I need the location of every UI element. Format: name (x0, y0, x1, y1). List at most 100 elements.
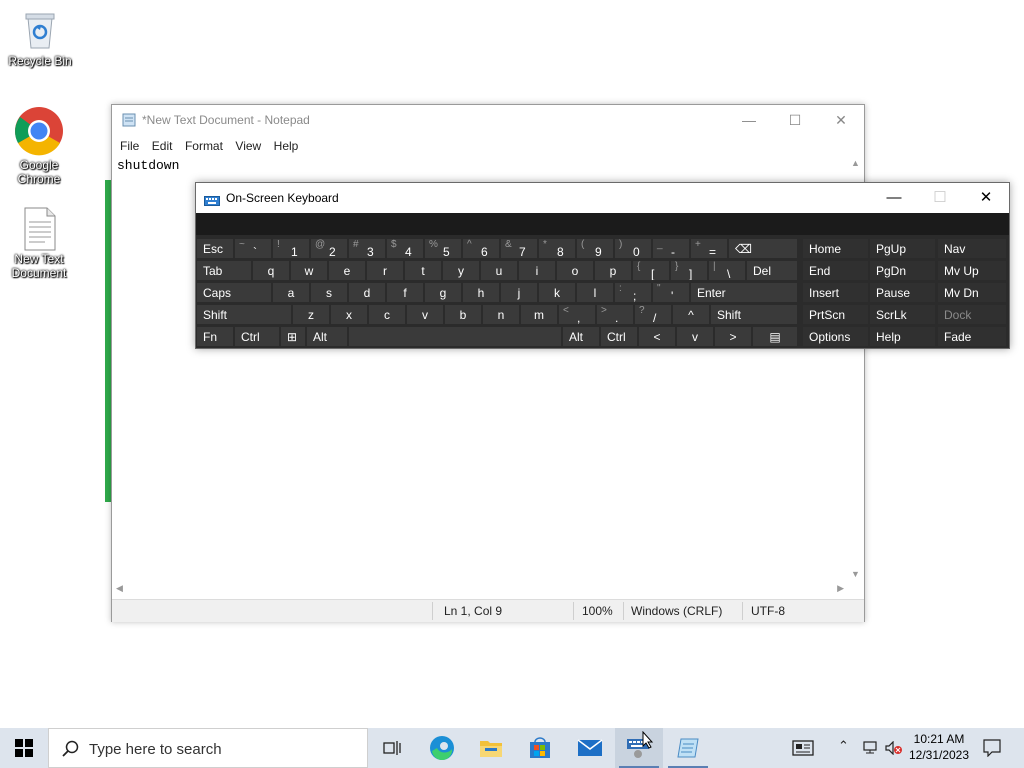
volume-muted-icon[interactable] (885, 741, 903, 755)
osk-nav-key-pgup[interactable]: PgUp (869, 238, 936, 259)
osk-titlebar[interactable]: On-Screen Keyboard — ☐ ✕ (196, 183, 1009, 213)
osk-nav-key-mv-dn[interactable]: Mv Dn (937, 282, 1007, 303)
osk-nav-key-scrlk[interactable]: ScrLk (869, 304, 936, 325)
osk-key-row3-6[interactable]: h (462, 282, 500, 303)
osk-key-row2-7[interactable]: u (480, 260, 518, 281)
osk-key-row2-5[interactable]: t (404, 260, 442, 281)
osk-key-row1-13[interactable]: + = (690, 238, 728, 259)
osk-nav-key-prtscn[interactable]: PrtScn (802, 304, 869, 325)
desktop-icon-new-text-document[interactable]: New Text Document (1, 206, 77, 280)
taskbar-search-box[interactable]: Type here to search (48, 728, 368, 768)
osk-key-row4-4[interactable]: v (406, 304, 444, 325)
osk-key-row3-8[interactable]: k (538, 282, 576, 303)
osk-key-row3-7[interactable]: j (500, 282, 538, 303)
osk-key-row1-3[interactable]: @2 (310, 238, 348, 259)
notepad-minimize-button[interactable]: — (726, 105, 772, 135)
task-view-button[interactable] (368, 728, 416, 768)
osk-key-row5-0[interactable]: Fn (196, 326, 234, 347)
osk-key-row1-12[interactable]: _ - (652, 238, 690, 259)
osk-nav-key-fade[interactable]: Fade (937, 326, 1007, 347)
osk-key-row4-2[interactable]: x (330, 304, 368, 325)
osk-key-row1-2[interactable]: ! 1 (272, 238, 310, 259)
osk-key-row4-5[interactable]: b (444, 304, 482, 325)
osk-nav-key-home[interactable]: Home (802, 238, 869, 259)
osk-key-row4-7[interactable]: m (520, 304, 558, 325)
osk-key-row1-7[interactable]: ^ 6 (462, 238, 500, 259)
osk-nav-key-help[interactable]: Help (869, 326, 936, 347)
osk-key-row2-13[interactable]: | \ (708, 260, 746, 281)
osk-minimize-button[interactable]: — (871, 183, 917, 213)
osk-nav-key-mv-up[interactable]: Mv Up (937, 260, 1007, 281)
osk-key-row4-10[interactable]: ? / (634, 304, 672, 325)
osk-close-button[interactable]: ✕ (963, 183, 1009, 213)
osk-key-row1-5[interactable]: $4 (386, 238, 424, 259)
desktop-icon-google-chrome[interactable]: Google Chrome (1, 106, 77, 186)
menu-edit[interactable]: Edit (152, 136, 173, 156)
menu-view[interactable]: View (235, 136, 261, 156)
osk-key-row3-5[interactable]: g (424, 282, 462, 303)
osk-key-row1-1[interactable]: ~ ` (234, 238, 272, 259)
notepad-close-button[interactable]: ✕ (818, 105, 864, 135)
start-button[interactable] (0, 728, 48, 768)
osk-key-row3-10[interactable]: :; (614, 282, 652, 303)
osk-key-row5-3[interactable]: Alt (306, 326, 348, 347)
osk-key-row4-0[interactable]: Shift (196, 304, 292, 325)
desktop-icon-recycle-bin[interactable]: Recycle Bin (2, 8, 78, 68)
osk-nav-key-insert[interactable]: Insert (802, 282, 869, 303)
osk-key-row1-14[interactable]: ⌫ (728, 238, 798, 259)
osk-key-row3-12[interactable]: Enter (690, 282, 798, 303)
osk-key-row5-8[interactable]: v (676, 326, 714, 347)
osk-key-row2-12[interactable]: }] (670, 260, 708, 281)
osk-key-row2-11[interactable]: {[ (632, 260, 670, 281)
osk-key-row2-10[interactable]: p (594, 260, 632, 281)
taskbar-mail[interactable] (566, 728, 614, 768)
notepad-maximize-button[interactable]: ☐ (772, 105, 818, 135)
osk-nav-key-nav[interactable]: Nav (937, 238, 1007, 259)
osk-key-row5-10[interactable]: ▤ (752, 326, 798, 347)
osk-key-row3-1[interactable]: a (272, 282, 310, 303)
osk-key-row5-7[interactable]: < (638, 326, 676, 347)
osk-key-row3-4[interactable]: f (386, 282, 424, 303)
osk-key-row2-0[interactable]: Tab (196, 260, 252, 281)
notepad-titlebar[interactable]: *New Text Document - Notepad — ☐ ✕ (112, 105, 864, 135)
scroll-right-icon[interactable]: ▶ (837, 583, 844, 594)
osk-key-row2-8[interactable]: i (518, 260, 556, 281)
osk-key-row5-6[interactable]: Ctrl (600, 326, 638, 347)
osk-key-row1-11[interactable]: ) 0 (614, 238, 652, 259)
scroll-down-icon[interactable]: ▼ (851, 569, 860, 579)
taskbar-edge[interactable] (418, 728, 466, 768)
osk-key-row3-2[interactable]: s (310, 282, 348, 303)
taskbar-file-explorer[interactable] (467, 728, 515, 768)
osk-key-row2-2[interactable]: w (290, 260, 328, 281)
osk-key-row1-9[interactable]: * 8 (538, 238, 576, 259)
osk-nav-key-pause[interactable]: Pause (869, 282, 936, 303)
osk-key-row3-9[interactable]: l (576, 282, 614, 303)
osk-key-row5-1[interactable]: Ctrl (234, 326, 280, 347)
menu-help[interactable]: Help (274, 136, 299, 156)
taskbar-on-screen-keyboard[interactable] (615, 728, 663, 768)
osk-key-row1-4[interactable]: #3 (348, 238, 386, 259)
osk-key-row3-3[interactable]: d (348, 282, 386, 303)
osk-key-row4-11[interactable]: ^ (672, 304, 710, 325)
taskbar-notepad[interactable] (664, 728, 712, 768)
osk-key-row5-2[interactable]: ⊞ (280, 326, 306, 347)
osk-key-row1-0[interactable]: Esc (196, 238, 234, 259)
osk-key-row4-12[interactable]: Shift (710, 304, 798, 325)
osk-key-row2-3[interactable]: e (328, 260, 366, 281)
osk-key-row1-10[interactable]: (9 (576, 238, 614, 259)
notifications-icon[interactable] (983, 739, 1001, 757)
taskbar-clock[interactable]: 10:21 AM 12/31/2023 (906, 731, 972, 763)
osk-key-row1-6[interactable]: % 5 (424, 238, 462, 259)
osk-key-row2-6[interactable]: y (442, 260, 480, 281)
osk-key-row5-4[interactable] (348, 326, 562, 347)
notepad-horizontal-scrollbar[interactable]: ◀ ▶ (112, 581, 848, 597)
osk-key-row4-8[interactable]: <, (558, 304, 596, 325)
osk-key-row5-9[interactable]: > (714, 326, 752, 347)
osk-nav-key-options[interactable]: Options (802, 326, 869, 347)
taskbar-microsoft-store[interactable] (516, 728, 564, 768)
scroll-left-icon[interactable]: ◀ (116, 583, 123, 594)
network-icon[interactable] (863, 741, 879, 755)
show-hidden-icons-icon[interactable]: ⌃ (838, 738, 849, 754)
osk-key-row2-4[interactable]: r (366, 260, 404, 281)
osk-key-row1-8[interactable]: & 7 (500, 238, 538, 259)
